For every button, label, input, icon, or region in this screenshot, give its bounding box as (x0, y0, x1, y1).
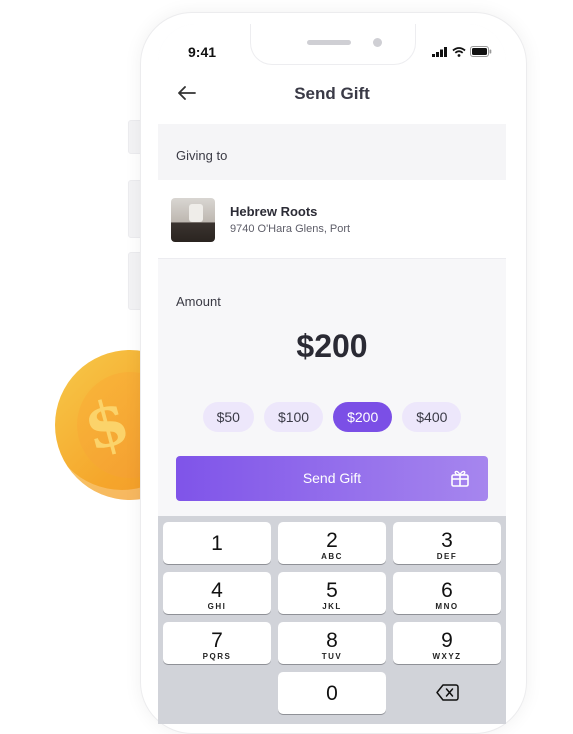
key-9[interactable]: 9 WXYZ (393, 622, 501, 664)
recipient-thumbnail (171, 198, 215, 242)
gift-icon (451, 470, 469, 487)
key-5[interactable]: 5 JKL (278, 572, 386, 614)
key-3[interactable]: 3 DEF (393, 522, 501, 564)
numeric-keypad: 1 2 ABC 3 DEF 4 GHI 5 JKL 6 MNO 7 PQRS 8 TUV 9W… (158, 516, 506, 724)
page-title: Send Gift (294, 84, 370, 103)
status-icons (432, 46, 492, 57)
key-7[interactable]: 7 PQRS (163, 622, 271, 664)
key-1[interactable]: 1 (163, 522, 271, 564)
backspace-icon (436, 684, 459, 701)
recipient-address: 9740 O'Hara Glens, Port (230, 223, 351, 235)
amount-chip-50[interactable]: $50 (202, 402, 254, 432)
battery-icon (470, 46, 492, 57)
key-4[interactable]: 4 GHI (163, 572, 271, 614)
backspace-key[interactable] (393, 672, 501, 714)
amount-chip-200[interactable]: $200 (333, 402, 393, 432)
status-time: 9:41 (188, 44, 217, 60)
notch (250, 24, 416, 65)
recipient-card[interactable]: Hebrew Roots 9740 O'Hara Glens, Port (158, 180, 506, 259)
speaker-grille (307, 40, 351, 45)
preset-amounts: $50 $100 $200 $400 (158, 402, 506, 432)
send-gift-button[interactable]: Send Gift (176, 456, 488, 501)
amount-label: Amount (176, 294, 221, 309)
phone-screen: 9:41 Send Gift Giving to Hebrew Roots 97… (158, 24, 506, 724)
amount-chip-400[interactable]: $400 (402, 402, 462, 432)
key-6[interactable]: 6 MNO (393, 572, 501, 614)
key-0[interactable]: 0 (278, 672, 386, 714)
giving-to-label: Giving to (176, 148, 228, 163)
cellular-signal-icon (432, 46, 447, 57)
status-bar: 9:41 (158, 24, 506, 68)
key-2[interactable]: 2 ABC (278, 522, 386, 564)
nav-bar: Send Gift (158, 68, 506, 124)
front-camera (373, 38, 382, 47)
key-8[interactable]: 8 TUV (278, 622, 386, 664)
giving-to-section-header: Giving to (158, 124, 506, 180)
amount-display[interactable]: $200 (158, 328, 506, 365)
wifi-icon (452, 46, 466, 57)
send-gift-label: Send Gift (302, 470, 362, 486)
amount-chip-100[interactable]: $100 (263, 402, 324, 432)
recipient-name: Hebrew Roots (230, 204, 318, 219)
